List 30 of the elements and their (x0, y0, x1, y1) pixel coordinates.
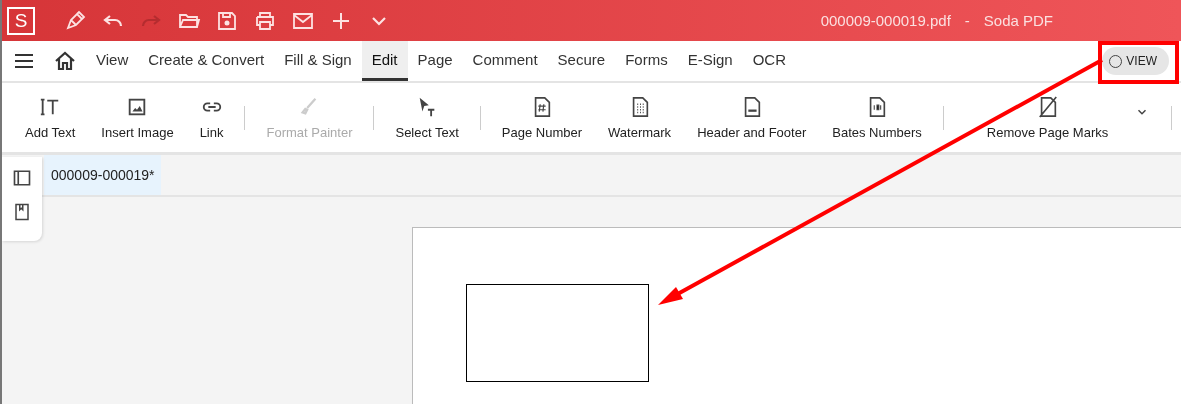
toolbar-button[interactable]: Link (186, 89, 237, 146)
toolbar-button[interactable]: Select Text (382, 89, 472, 146)
toolbar-button[interactable]: Add Text (12, 89, 89, 146)
toolbar-button[interactable]: Bates Numbers (819, 89, 935, 146)
title-separator: - (964, 12, 970, 29)
app-logo[interactable]: S (7, 6, 35, 35)
bookmark-icon[interactable] (13, 203, 31, 221)
menu-tab[interactable]: View (86, 41, 139, 81)
view-toggle[interactable]: VIEW (1102, 47, 1169, 75)
menu-tab[interactable]: Secure (547, 41, 616, 81)
menu-tab[interactable]: Page (407, 41, 463, 81)
menu-tab[interactable]: Comment (462, 41, 548, 81)
toolbar-button[interactable]: Watermark (595, 89, 685, 146)
document-tab[interactable]: 000009-000019* (44, 155, 161, 195)
toolbar-button[interactable]: Page Number (488, 89, 596, 146)
app-name: Soda PDF (983, 12, 1053, 29)
menu-tab[interactable]: Fill & Sign (274, 41, 362, 81)
menu-tab[interactable]: OCR (742, 41, 796, 81)
home-icon[interactable] (53, 49, 77, 73)
menu-tab[interactable]: E-Sign (677, 41, 743, 81)
toolbar-button[interactable]: Header and Footer (684, 89, 820, 146)
panel-icon[interactable] (13, 169, 31, 187)
menu-tab[interactable]: Forms (615, 41, 678, 81)
pen-icon[interactable] (63, 8, 87, 33)
toolbar-button[interactable]: Insert Image (88, 89, 187, 146)
menu-tab[interactable]: Edit (361, 41, 408, 81)
menu-tab[interactable]: Create & Convert (138, 41, 275, 81)
toolbar-button[interactable]: Remove Page Marks (973, 89, 1122, 146)
remove-marks-icon (1036, 95, 1059, 118)
file-name: 000009-000019.pdf (820, 12, 951, 29)
